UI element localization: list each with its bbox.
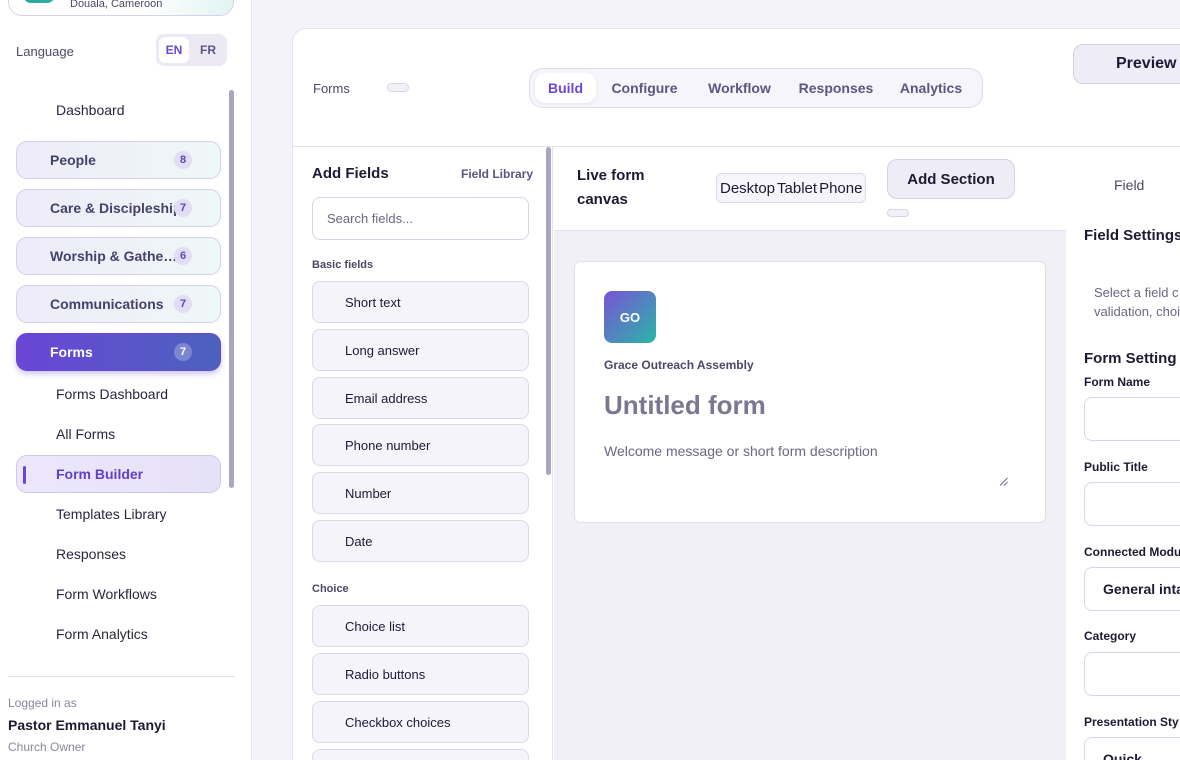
nav-group-care[interactable]: Care & Discipleship 7 <box>16 189 221 227</box>
form-canvas: GO Grace Outreach Assembly Untitled form… <box>554 231 1066 760</box>
lang-fr-button[interactable]: FR <box>193 37 223 63</box>
field-radio-buttons[interactable]: Radio buttons <box>312 653 529 695</box>
device-desktop[interactable]: Desktop <box>719 180 776 197</box>
tab-build[interactable]: Build <box>535 73 596 103</box>
device-tablet[interactable]: Tablet <box>776 180 818 197</box>
org-logo <box>23 0 55 3</box>
preview-button[interactable]: Preview <box>1073 44 1180 84</box>
form-name-label: Form Name <box>1084 375 1151 389</box>
active-indicator <box>23 466 26 484</box>
settings-panel: Field Field Settings Select a field c va… <box>1066 147 1180 760</box>
nav-item-form-analytics[interactable]: Form Analytics <box>56 626 148 642</box>
count-badge: 7 <box>174 343 192 361</box>
form-title-input[interactable]: Untitled form <box>604 390 766 421</box>
field-date[interactable]: Date <box>312 520 529 562</box>
sidebar: Douala, Cameroon Language EN FR Dashboar… <box>0 0 252 760</box>
nav-group-worship[interactable]: Worship & Gathe… 6 <box>16 237 221 275</box>
help-line: validation, choi <box>1094 304 1180 319</box>
breadcrumb-pill <box>387 83 409 92</box>
breadcrumb[interactable]: Forms <box>313 81 350 96</box>
logged-in-label: Logged in as <box>8 696 77 710</box>
form-description-input[interactable]: Welcome message or short form descriptio… <box>604 443 878 459</box>
nav-item-all-forms[interactable]: All Forms <box>56 426 115 442</box>
search-fields-input[interactable] <box>312 197 529 240</box>
tab-responses[interactable]: Responses <box>786 73 886 103</box>
connected-module-label: Connected Modu <box>1084 545 1180 559</box>
field-email-address[interactable]: Email address <box>312 377 529 419</box>
basic-fields-label: Basic fields <box>312 259 374 271</box>
category-label: Category <box>1084 629 1137 643</box>
user-name: Pastor Emmanuel Tanyi <box>8 717 166 733</box>
field-long-answer[interactable]: Long answer <box>312 329 529 371</box>
device-phone[interactable]: Phone <box>818 180 863 197</box>
nav-group-people[interactable]: People 8 <box>16 141 221 179</box>
form-preview-card[interactable]: GO Grace Outreach Assembly Untitled form… <box>574 261 1046 523</box>
resize-handle-icon[interactable] <box>999 477 1008 486</box>
nav-item-forms-dashboard[interactable]: Forms Dashboard <box>56 386 168 402</box>
nav-group-label: Forms <box>50 344 93 360</box>
field-choice-list[interactable]: Choice list <box>312 605 529 647</box>
field-short-text[interactable]: Short text <box>312 281 529 323</box>
nav-item-form-builder[interactable]: Form Builder <box>16 455 221 493</box>
connected-module-select[interactable]: General inta <box>1084 567 1180 611</box>
nav-item-dashboard[interactable]: Dashboard <box>56 102 125 118</box>
builder-tabs: Build Configure Workflow Responses Analy… <box>529 68 983 108</box>
form-settings-heading: Form Setting <box>1084 350 1177 367</box>
lang-en-button[interactable]: EN <box>159 37 189 63</box>
canvas-title: Live form canvas <box>577 167 645 208</box>
count-badge: 6 <box>174 247 192 265</box>
nav-item-responses[interactable]: Responses <box>56 546 126 562</box>
field-phone-number[interactable]: Phone number <box>312 424 529 466</box>
org-logo: GO <box>604 291 656 343</box>
form-name-input[interactable] <box>1084 397 1180 441</box>
device-switcher: Desktop Tablet Phone <box>716 173 867 203</box>
field-number[interactable]: Number <box>312 472 529 514</box>
public-title-label: Public Title <box>1084 460 1148 474</box>
tab-configure[interactable]: Configure <box>596 73 693 103</box>
canvas-header: Live form canvas Desktop Tablet Phone Ad… <box>554 147 1066 231</box>
field-palette: Add Fields Field Library Basic fields Sh… <box>293 147 553 760</box>
count-badge: 8 <box>174 151 192 169</box>
toggle-pill[interactable] <box>887 209 909 217</box>
language-toggle: EN FR <box>156 34 227 66</box>
tab-field[interactable]: Field <box>1114 177 1144 193</box>
presentation-style-label: Presentation Sty <box>1084 715 1179 729</box>
tab-analytics[interactable]: Analytics <box>886 73 976 103</box>
nav-group-label: Communications <box>50 296 164 312</box>
field-library-link[interactable]: Field Library <box>461 167 533 181</box>
count-badge: 7 <box>174 199 192 217</box>
nav-item-form-workflows[interactable]: Form Workflows <box>56 586 157 602</box>
field-checkbox-choices[interactable]: Checkbox choices <box>312 701 529 743</box>
nav-item-templates-library[interactable]: Templates Library <box>56 506 167 522</box>
nav-group-communications[interactable]: Communications 7 <box>16 285 221 323</box>
divider <box>8 676 235 677</box>
tab-workflow[interactable]: Workflow <box>693 73 786 103</box>
nav-group-label: People <box>50 152 96 168</box>
org-location: Douala, Cameroon <box>70 0 163 10</box>
language-label: Language <box>16 44 74 59</box>
sidebar-scrollbar[interactable] <box>229 90 234 488</box>
field-settings-heading: Field Settings <box>1084 227 1180 244</box>
field-item-partial[interactable] <box>312 749 529 760</box>
add-section-button[interactable]: Add Section <box>887 159 1015 199</box>
nav-item-label: Form Builder <box>56 466 144 482</box>
palette-title: Add Fields <box>312 165 389 182</box>
org-card[interactable]: Douala, Cameroon <box>8 0 234 16</box>
nav-group-label: Worship & Gathe… <box>50 248 178 264</box>
presentation-style-select[interactable]: Quick <box>1084 737 1180 760</box>
help-line: Select a field c <box>1094 285 1179 300</box>
category-select[interactable] <box>1084 652 1180 696</box>
nav-group-forms[interactable]: Forms 7 <box>16 333 221 371</box>
user-role: Church Owner <box>8 740 86 754</box>
palette-scrollbar[interactable] <box>546 147 551 475</box>
count-badge: 7 <box>174 295 192 313</box>
nav-group-label: Care & Discipleship <box>50 200 182 216</box>
field-settings-help: Select a field c validation, choi <box>1094 283 1180 321</box>
form-builder-panel: Forms Build Configure Workflow Responses… <box>292 28 1180 760</box>
choice-label: Choice <box>312 583 349 595</box>
org-name: Grace Outreach Assembly <box>604 358 754 372</box>
public-title-input[interactable] <box>1084 482 1180 526</box>
